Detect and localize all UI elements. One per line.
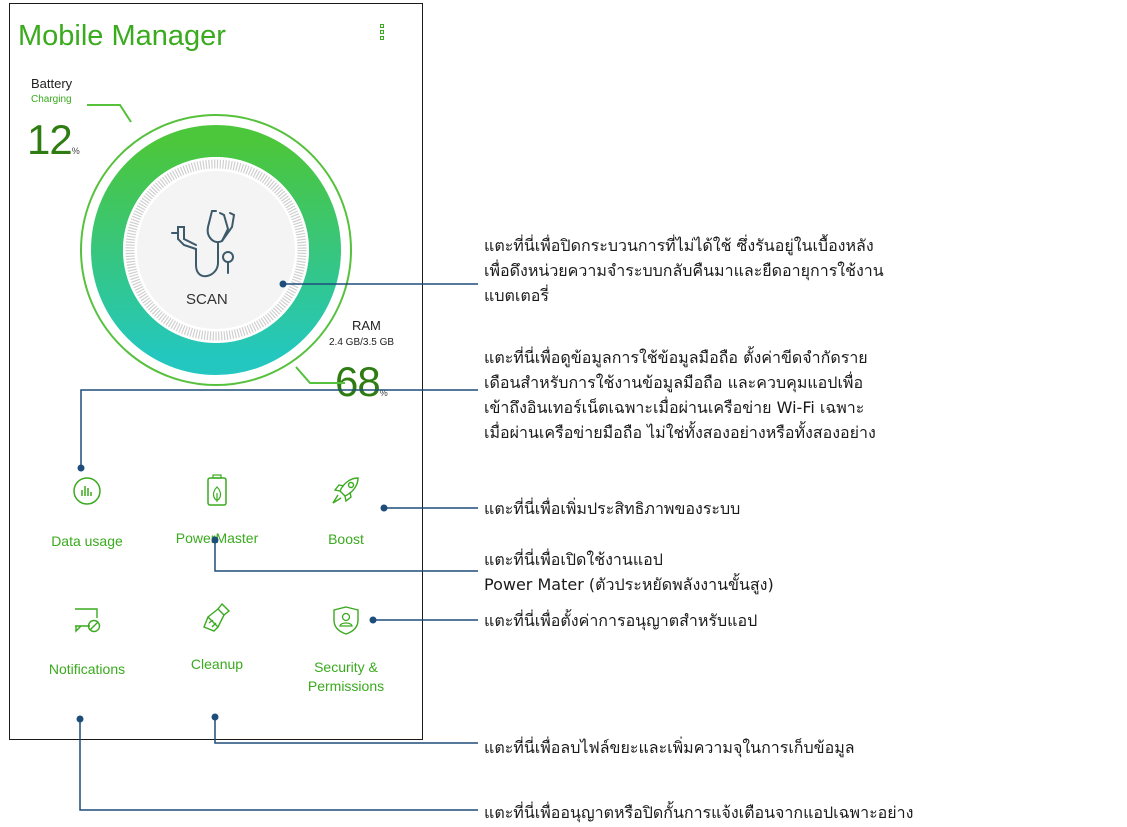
tile-notifications[interactable]: Notifications xyxy=(17,606,157,679)
callout-scan: แตะที่นี่เพื่อปิดกระบวนการที่ไม่ได้ใช้ ซ… xyxy=(484,233,884,308)
battery-leaf-icon xyxy=(207,474,227,506)
notification-off-icon xyxy=(75,608,101,633)
callout-scan-line-2: เพื่อดึงหน่วยความจำระบบกลับคืนมาและยืดอา… xyxy=(484,261,884,280)
tile-boost[interactable]: Boost xyxy=(276,474,416,549)
callout-data-usage: แตะที่นี่เพื่อดูข้อมูลการใช้ข้อมูลมือถือ… xyxy=(484,345,876,445)
tile-cleanup-label: Cleanup xyxy=(190,656,244,672)
tile-cleanup[interactable]: Cleanup xyxy=(147,601,287,674)
callout-data-usage-line-3: เข้าถึงอินเทอร์เน็ตเฉพาะเมื่อผ่านเครือข่… xyxy=(484,398,865,417)
callout-notifications-line-1: แตะที่นี่เพื่ออนุญาตหรือปิดกั้นการแจ้งเต… xyxy=(484,803,914,822)
callout-cleanup: แตะที่นี่เพื่อลบไฟล์ขยะและเพิ่มความจุในก… xyxy=(484,735,855,760)
callout-data-usage-line-4: เมื่อผ่านเครือข่ายมือถือ ไม่ใช่ทั้งสองอย… xyxy=(484,423,876,442)
broom-icon xyxy=(203,602,231,632)
tile-data-usage-label: Data usage xyxy=(51,533,123,549)
tile-security-permissions-label: Security & Permissions xyxy=(307,659,385,694)
tile-powermaster-label: PowerMaster xyxy=(175,530,259,546)
callout-cleanup-line-1: แตะที่นี่เพื่อลบไฟล์ขยะและเพิ่มความจุในก… xyxy=(484,738,855,757)
tile-security-permissions[interactable]: Security & Permissions xyxy=(276,604,416,696)
callout-data-usage-line-2: เดือนสำหรับการใช้งานข้อมูลมือถือ และควบค… xyxy=(484,373,864,392)
callout-powermaster-line-2: Power Mater (ตัวประหยัดพลังงานขั้นสูง) xyxy=(484,575,774,594)
callout-notifications: แตะที่นี่เพื่ออนุญาตหรือปิดกั้นการแจ้งเต… xyxy=(484,800,913,825)
callout-scan-line-1: แตะที่นี่เพื่อปิดกระบวนการที่ไม่ได้ใช้ ซ… xyxy=(484,236,874,255)
tile-data-usage[interactable]: Data usage xyxy=(17,476,157,551)
callout-scan-line-3: แบตเตอรี่ xyxy=(484,286,549,305)
tile-notifications-label: Notifications xyxy=(48,661,126,677)
tile-powermaster[interactable]: PowerMaster xyxy=(147,473,287,548)
callout-security-line-1: แตะที่นี่เพื่อตั้งค่าการอนุญาตสำหรับแอป xyxy=(484,611,758,630)
shield-user-icon xyxy=(333,606,359,635)
stethoscope-icon[interactable] xyxy=(168,205,248,295)
tile-boost-label: Boost xyxy=(328,531,364,547)
callout-powermaster-line-1: แตะที่นี่เพื่อเปิดใช้งานแอป xyxy=(484,550,663,569)
callout-security: แตะที่นี่เพื่อตั้งค่าการอนุญาตสำหรับแอป xyxy=(484,608,757,633)
data-usage-icon xyxy=(73,477,101,505)
callout-data-usage-line-1: แตะที่นี่เพื่อดูข้อมูลการใช้ข้อมูลมือถือ… xyxy=(484,348,868,367)
callout-boost: แตะที่นี่เพื่อเพิ่มประสิทธิภาพของระบบ xyxy=(484,496,740,521)
scan-button[interactable]: SCAN xyxy=(186,291,228,308)
callout-boost-line-1: แตะที่นี่เพื่อเพิ่มประสิทธิภาพของระบบ xyxy=(484,499,741,518)
rocket-icon xyxy=(332,477,359,504)
callout-powermaster: แตะที่นี่เพื่อเปิดใช้งานแอป Power Mater … xyxy=(484,547,774,597)
